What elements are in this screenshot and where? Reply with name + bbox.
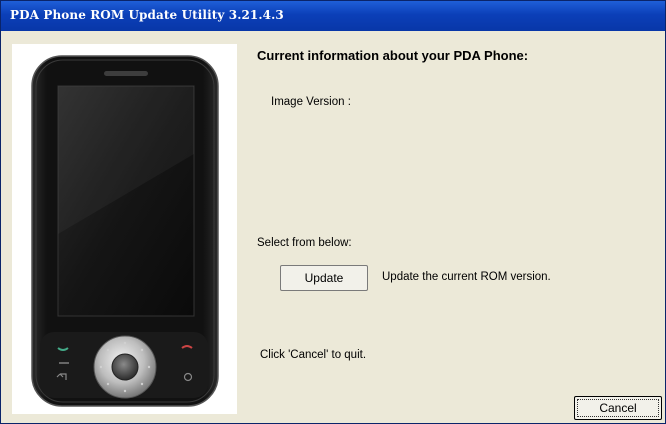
window-title: PDA Phone ROM Update Utility 3.21.4.3 <box>10 8 284 22</box>
phone-image-panel: htc <box>12 44 237 414</box>
quit-instruction: Click 'Cancel' to quit. <box>260 349 367 361</box>
cancel-button[interactable]: Cancel <box>574 396 662 420</box>
title-bar[interactable]: PDA Phone ROM Update Utility 3.21.4.3 <box>1 1 665 31</box>
update-button[interactable]: Update <box>280 265 368 291</box>
rom-update-window: PDA Phone ROM Update Utility 3.21.4.3 Cu… <box>0 0 666 424</box>
image-version-label: Image Version : <box>271 96 351 108</box>
select-from-below-label: Select from below: <box>257 237 352 249</box>
current-info-heading: Current information about your PDA Phone… <box>257 48 529 63</box>
phone-image: htc <box>31 55 219 407</box>
update-description: Update the current ROM version. <box>382 271 551 283</box>
